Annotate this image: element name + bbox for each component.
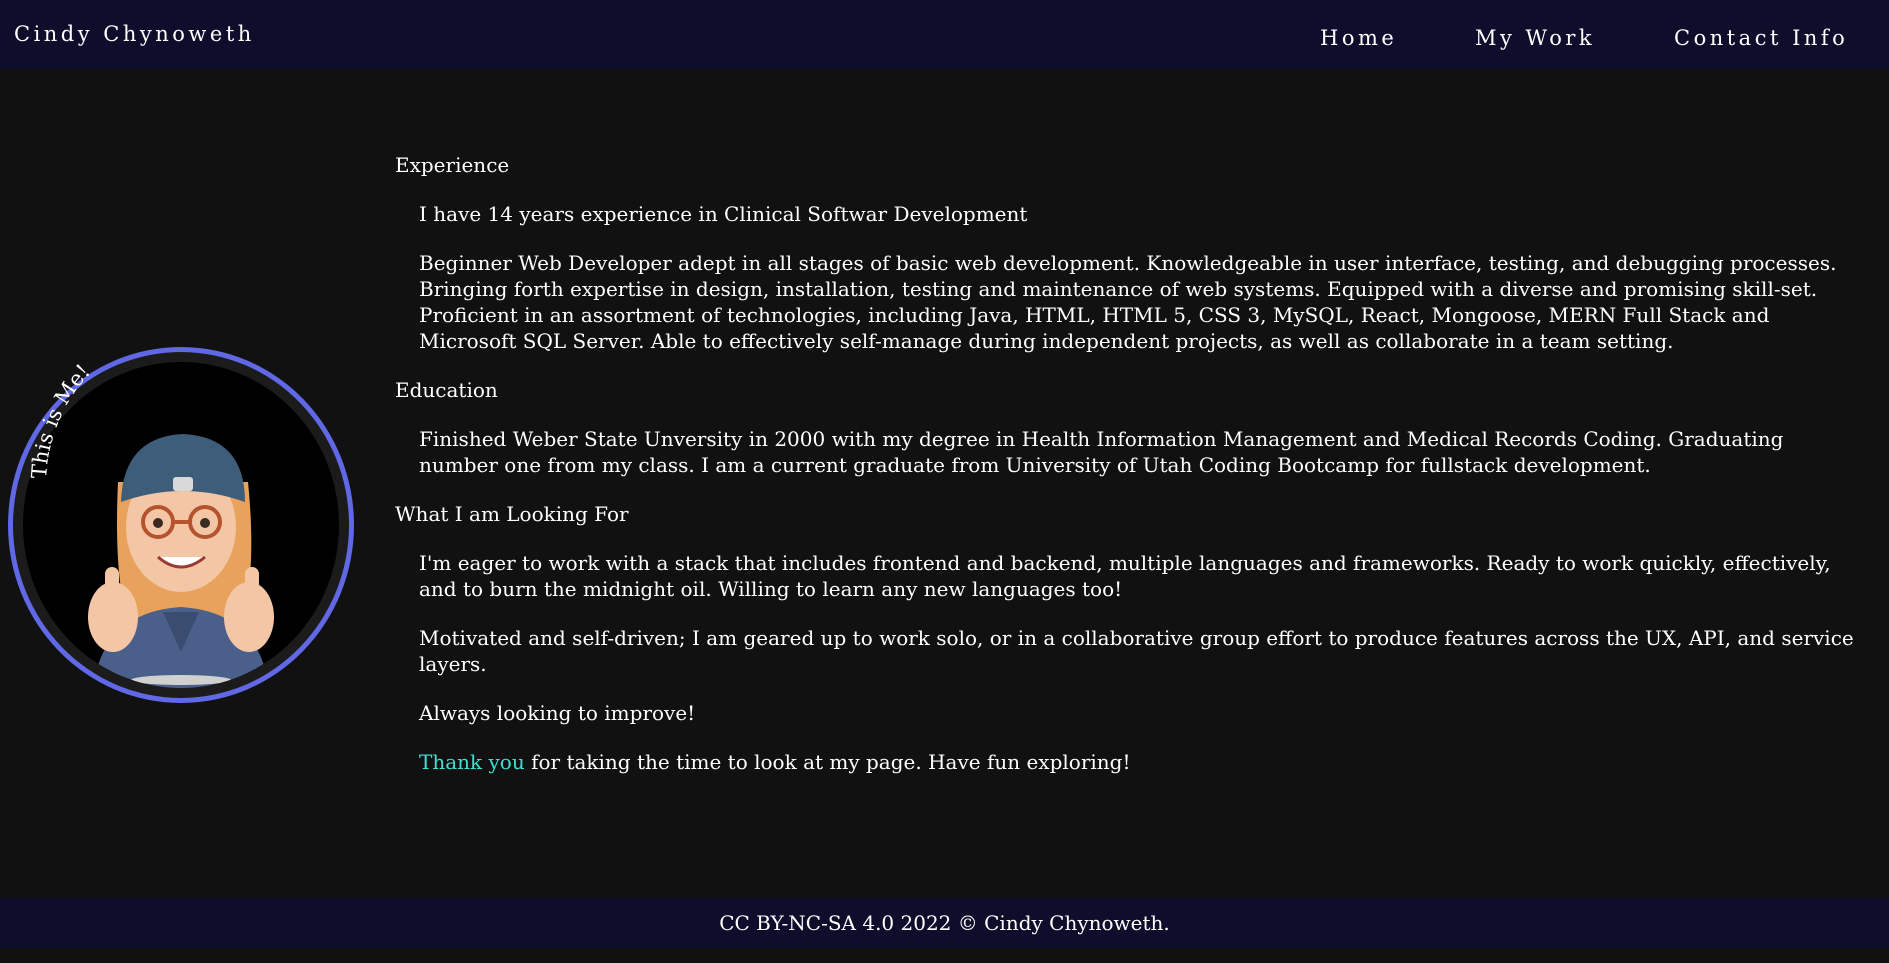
looking-stack: I'm eager to work with a stack that incl… — [419, 551, 1831, 601]
experience-summary: Beginner Web Developer adept in all stag… — [419, 251, 1837, 353]
avatar-caption: This is Me! — [27, 359, 95, 479]
looking-heading: What I am Looking For — [395, 502, 629, 526]
looking-improve: Always looking to improve! — [419, 701, 696, 725]
nav-my-work[interactable]: My Work — [1475, 26, 1595, 50]
thanks-rest: for taking the time to look at my page. … — [524, 750, 1131, 774]
about-content: Experience I have 14 years experience in… — [395, 152, 1855, 798]
footer-copyright: CC BY-NC-SA 4.0 2022 © Cindy Chynoweth. — [719, 911, 1170, 935]
experience-heading: Experience — [395, 153, 510, 177]
site-header: Cindy Chynoweth Home My Work Contact Inf… — [0, 0, 1889, 69]
thanks-paragraph: Thank you for taking the time to look at… — [419, 749, 1855, 775]
site-brand[interactable]: Cindy Chynoweth — [14, 22, 255, 46]
education-summary: Finished Weber State Unversity in 2000 w… — [419, 427, 1784, 477]
looking-motivation: Motivated and self-driven; I am geared u… — [419, 626, 1854, 676]
nav-contact-info[interactable]: Contact Info — [1674, 26, 1848, 50]
site-footer: CC BY-NC-SA 4.0 2022 © Cindy Chynoweth. — [0, 898, 1889, 948]
thanks-highlight: Thank you — [419, 750, 525, 774]
page-bottom — [0, 948, 1889, 963]
education-heading: Education — [395, 378, 498, 402]
avatar-section: This is Me! — [8, 325, 364, 711]
experience-years: I have 14 years experience in Clinical S… — [419, 202, 1028, 226]
nav-home[interactable]: Home — [1320, 26, 1397, 50]
